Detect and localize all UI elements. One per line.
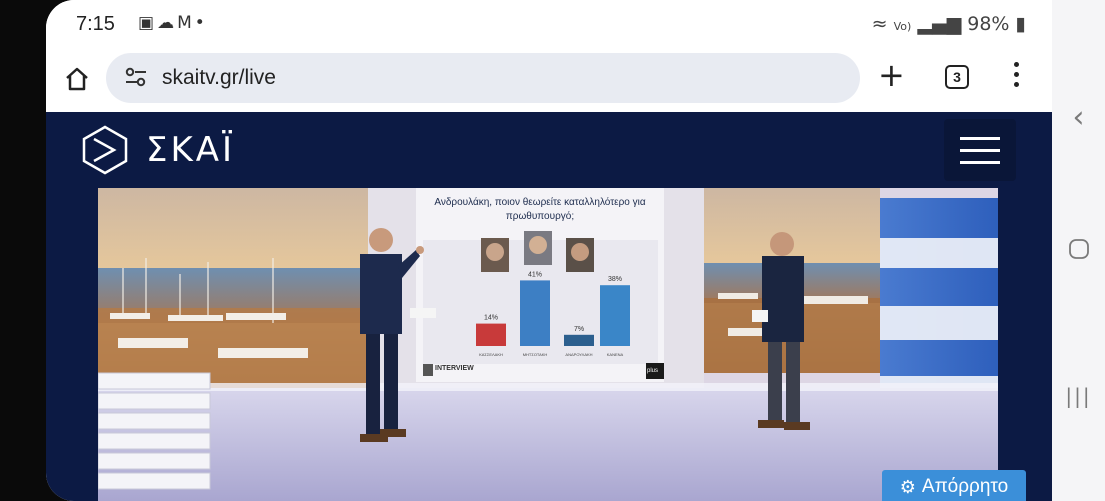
poll-bar <box>564 334 594 346</box>
site-header: ΣΚΑΪ <box>46 112 1052 188</box>
poll-bar-label: ΚΑΝΕΝΑ <box>607 352 624 357</box>
battery-icon: ▮ <box>1015 13 1026 35</box>
skai-logo-icon[interactable] <box>80 124 130 176</box>
cloud-icon: ☁ <box>157 13 178 33</box>
poll-bar-label: ΜΗΤΣΟΤΑΚΗ <box>523 352 548 357</box>
back-icon[interactable]: ‹ <box>1052 100 1105 135</box>
volte-icon: Vo) <box>893 20 912 33</box>
status-bar: 7:15 ▣☁M• ≈ Vo) ▂▄▆ 98% ▮ <box>46 0 1052 48</box>
gmail-icon: M <box>177 13 195 33</box>
poll-bar-label: ΑΝΔΡΟΥΛΑΚΗ <box>565 352 592 357</box>
image-icon: ▣ <box>138 13 158 33</box>
new-tab-button[interactable]: + <box>878 58 905 92</box>
video-player[interactable]: 14% ΚΑΣΣΕΛΑΚΗ 41% ΜΗΤΣΟΤΑΚΗ 7% ΑΝΔΡΟΥΛΑΚΗ 38% Κ… <box>46 188 1052 501</box>
tab-switcher-button[interactable]: 3 <box>945 65 969 89</box>
device-frame: 7:15 ▣☁M• ≈ Vo) ▂▄▆ 98% ▮ skaitv.gr/live… <box>0 0 1105 501</box>
poll-bar-value: 7% <box>574 326 584 333</box>
poll-question: Ανδρουλάκη, ποιον θεωρείτε καταλληλότερο… <box>434 197 646 222</box>
status-right: ≈ Vo) ▂▄▆ 98% ▮ <box>872 13 1026 35</box>
phone-screen: 7:15 ▣☁M• ≈ Vo) ▂▄▆ 98% ▮ skaitv.gr/live… <box>46 0 1052 501</box>
channel-bug: plus <box>647 368 659 374</box>
signal-icon: ▂▄▆ <box>917 13 962 35</box>
battery-percent: 98% <box>967 13 1010 35</box>
poll-bar <box>520 280 550 346</box>
home-button[interactable] <box>60 62 94 96</box>
browser-toolbar: skaitv.gr/live + 3 <box>46 48 1052 112</box>
privacy-button-label: Απόρρητο <box>921 476 1009 497</box>
poll-bar <box>600 285 630 346</box>
status-time: 7:15 <box>76 13 115 35</box>
privacy-button[interactable]: ⚙ Απόρρητο <box>882 470 1026 501</box>
url-text[interactable]: skaitv.gr/live <box>162 66 276 90</box>
address-bar[interactable]: skaitv.gr/live <box>106 53 860 103</box>
dot-icon: • <box>194 13 208 33</box>
notification-icons: ▣☁M• <box>138 13 208 33</box>
studio-scene: 14% ΚΑΣΣΕΛΑΚΗ 41% ΜΗΤΣΟΤΑΚΗ 7% ΑΝΔΡΟΥΛΑΚΗ 38% Κ… <box>98 188 998 501</box>
wifi-icon: ≈ <box>871 13 888 35</box>
site-logo-text[interactable]: ΣΚΑΪ <box>146 130 235 170</box>
site-settings-icon[interactable] <box>124 66 148 88</box>
overflow-menu-button[interactable] <box>1012 62 1020 92</box>
home-icon <box>66 67 88 91</box>
live-video-frame[interactable]: 14% ΚΑΣΣΕΛΑΚΗ 41% ΜΗΤΣΟΤΑΚΗ 7% ΑΝΔΡΟΥΛΑΚΗ 38% Κ… <box>98 188 998 501</box>
poll-bar-value: 38% <box>608 276 622 283</box>
poll-bar <box>476 323 506 346</box>
poll-bar-value: 41% <box>528 271 542 278</box>
home-nav-icon[interactable] <box>1052 238 1105 264</box>
poll-bar-value: 14% <box>484 315 498 322</box>
recents-icon[interactable]: ||| <box>1052 384 1105 408</box>
system-nav-bar: ‹ ||| <box>1052 0 1105 501</box>
device-bezel <box>0 0 46 501</box>
gear-icon: ⚙ <box>899 476 916 498</box>
pollster-logo: INTERVIEW <box>435 365 474 372</box>
site-menu-button[interactable] <box>944 119 1016 181</box>
poll-bar-label: ΚΑΣΣΕΛΑΚΗ <box>479 352 503 357</box>
